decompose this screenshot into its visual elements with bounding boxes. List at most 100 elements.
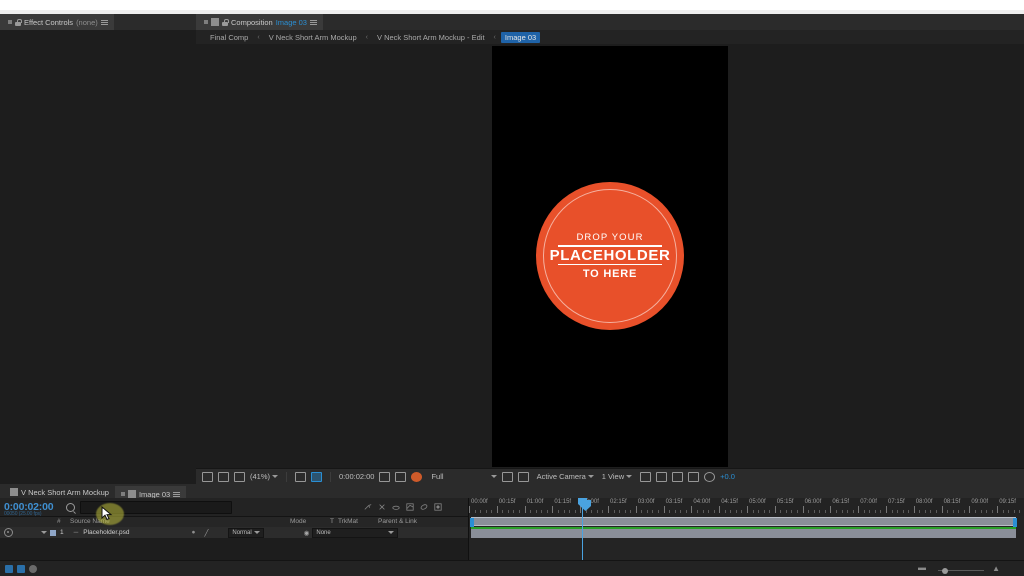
fast-previews-icon[interactable]: [656, 472, 667, 482]
ruler-tick: [942, 506, 943, 513]
layer-switch-audio-icon[interactable]: ●: [192, 529, 196, 536]
ruler-minor-tick: [897, 510, 898, 513]
toolbar-divider: [330, 472, 331, 482]
toggle-switches-modes-icon[interactable]: [5, 565, 13, 573]
layer-name[interactable]: Placeholder.psd: [83, 529, 129, 536]
panel-menu-icon[interactable]: [101, 19, 108, 26]
breadcrumb-item[interactable]: V Neck Short Arm Mockup: [265, 32, 361, 43]
search-icon[interactable]: [66, 503, 75, 512]
channel-rgb-icon[interactable]: [411, 472, 422, 482]
timeline-icon[interactable]: [672, 472, 683, 482]
exposure-value[interactable]: +0.0: [720, 472, 735, 481]
ruler-ticks: 00:00f00:15f01:00f01:15f02:00f02:15f03:0…: [469, 498, 1024, 516]
panel-menu-icon[interactable]: [310, 19, 317, 26]
camera-control[interactable]: Active Camera: [537, 472, 594, 481]
breadcrumb-item[interactable]: Image 03: [501, 32, 540, 43]
resolution-value: Full: [431, 472, 443, 481]
layer-switch-quality-icon[interactable]: ╱: [204, 529, 208, 537]
work-area-start-handle[interactable]: [470, 518, 474, 527]
breadcrumb-item[interactable]: V Neck Short Arm Mockup - Edit: [373, 32, 489, 43]
ruler-minor-tick: [853, 510, 854, 513]
mask-visibility-icon[interactable]: [502, 472, 513, 482]
magnification-control[interactable]: (41%): [250, 472, 278, 481]
3d-view-icon[interactable]: [234, 472, 245, 482]
table-row[interactable]: 1 ─ Placeholder.psd ● ╱ Normal ◉ None: [0, 527, 468, 538]
tab-composition[interactable]: Composition Image 03: [196, 14, 323, 30]
ruler-minor-tick: [630, 510, 631, 513]
ruler-tick: [830, 506, 831, 513]
ruler-tick: [803, 506, 804, 513]
work-area-end-handle[interactable]: [1013, 518, 1017, 527]
ruler-minor-tick: [964, 510, 965, 513]
ruler-label: 00:15f: [499, 499, 516, 505]
reset-exposure-icon[interactable]: [704, 472, 715, 482]
ruler-minor-tick: [842, 510, 843, 513]
ruler-minor-tick: [892, 510, 893, 513]
transparency-grid-icon[interactable]: [311, 472, 322, 482]
ruler-minor-tick: [1003, 510, 1004, 513]
layer-mode-dropdown[interactable]: Normal: [228, 528, 263, 538]
timeline-zoom-knob[interactable]: [942, 568, 948, 574]
layer-type-icon: [50, 530, 56, 536]
expand-layer-icon[interactable]: [41, 531, 47, 534]
layer-duration-bar[interactable]: [471, 527, 1016, 538]
ruler-minor-tick: [741, 510, 742, 513]
ruler-minor-tick: [730, 510, 731, 513]
ruler-minor-tick: [675, 510, 676, 513]
graph-editor-icon[interactable]: [406, 503, 414, 511]
zoom-out-icon[interactable]: ▬: [918, 563, 926, 572]
composition-stage[interactable]: DROP YOUR PLACEHOLDER TO HERE: [492, 46, 728, 467]
pixel-aspect-icon[interactable]: [640, 472, 651, 482]
layer-parent-value: None: [316, 530, 330, 536]
snapshot-icon[interactable]: [379, 472, 390, 482]
breadcrumb-item[interactable]: Final Comp: [206, 32, 252, 43]
parent-pick-whip-icon[interactable]: ◉: [304, 529, 310, 537]
timeline-track-area[interactable]: [468, 516, 1024, 560]
region-of-interest-icon[interactable]: [295, 472, 306, 482]
layer-mode-value: Normal: [232, 530, 251, 536]
layer-parent-dropdown[interactable]: None: [312, 528, 398, 538]
ruler-minor-tick: [875, 510, 876, 513]
ruler-minor-tick: [919, 510, 920, 513]
show-snapshot-icon[interactable]: [395, 472, 406, 482]
ruler-minor-tick: [575, 510, 576, 513]
ruler-minor-tick: [1008, 510, 1009, 513]
playhead[interactable]: [582, 498, 583, 560]
ruler-label: 09:00f: [971, 499, 988, 505]
composition-icon: [128, 490, 136, 498]
timeline-ruler[interactable]: 00:00f00:15f01:00f01:15f02:00f02:15f03:0…: [468, 498, 1024, 516]
graph-editor-icon[interactable]: [17, 565, 25, 573]
always-preview-icon[interactable]: [202, 472, 213, 482]
resolution-control[interactable]: Full: [431, 472, 443, 481]
main-viewer-icon[interactable]: [218, 472, 229, 482]
panel-menu-icon[interactable]: [173, 491, 180, 498]
layer-visibility-toggle[interactable]: [4, 528, 13, 537]
badge-inner-ring: [543, 189, 677, 323]
ruler-minor-tick: [536, 510, 537, 513]
lock-icon[interactable]: [222, 19, 228, 26]
ruler-minor-tick: [753, 510, 754, 513]
work-area-bar[interactable]: [471, 517, 1016, 526]
column-header-t: T: [330, 518, 334, 525]
hide-shy-layers-icon[interactable]: [364, 503, 372, 511]
viewer-timecode[interactable]: 0:00:02:00: [339, 472, 374, 481]
effect-controls-label: Effect Controls: [24, 18, 73, 27]
layer-collapse-icon[interactable]: ─: [74, 529, 79, 536]
ruler-minor-tick: [647, 510, 648, 513]
motion-blur-icon[interactable]: [392, 503, 400, 511]
brainstorm-icon[interactable]: [420, 503, 428, 511]
title-action-safe-icon[interactable]: [518, 472, 529, 482]
zoom-in-icon[interactable]: ▲: [992, 564, 1000, 573]
motion-blur-icon[interactable]: [29, 565, 37, 573]
lock-icon[interactable]: [15, 19, 21, 26]
comp-flowchart-icon[interactable]: [688, 472, 699, 482]
ruler-tick: [969, 506, 970, 513]
frame-blending-icon[interactable]: [378, 503, 386, 511]
composition-viewer[interactable]: DROP YOUR PLACEHOLDER TO HERE: [196, 44, 1024, 468]
ruler-minor-tick: [869, 510, 870, 513]
ruler-label: 04:00f: [693, 499, 710, 505]
views-control[interactable]: 1 View: [602, 472, 632, 481]
tab-effect-controls[interactable]: Effect Controls (none): [0, 14, 114, 30]
ruler-label: 07:00f: [860, 499, 877, 505]
auto-keyframe-icon[interactable]: [434, 503, 442, 511]
